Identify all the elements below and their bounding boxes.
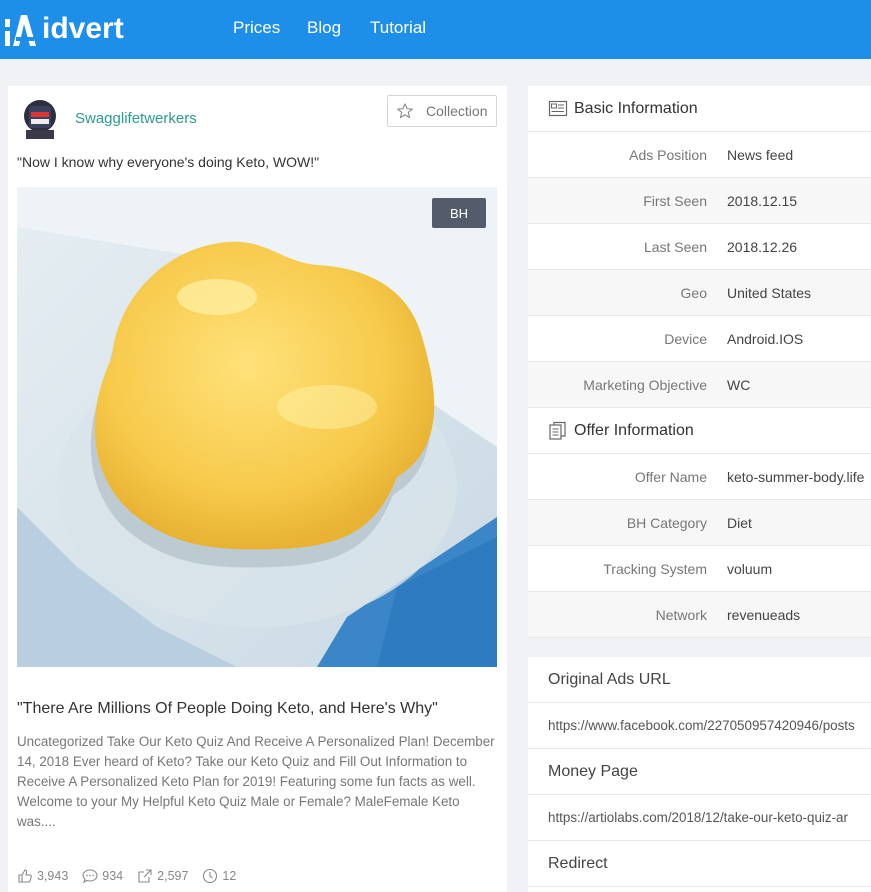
info-row: Geo United States [528,270,871,316]
offer-value[interactable]: keto-summer-body.life [727,469,864,485]
likes-stat: 3,943 [17,868,68,884]
thumbs-up-icon [18,869,32,883]
offer-row: Network revenueads [528,592,871,638]
top-navbar: idvert Prices Blog Tutorial [0,0,871,59]
ad-body-text: "Now I know why everyone's doing Keto, W… [17,154,320,170]
comments-stat: 934 [82,868,123,884]
info-key: First Seen [643,193,707,209]
logo-mark-icon [4,11,40,47]
urls-panel: Original Ads URL https://www.facebook.co… [528,657,871,892]
ad-description: Uncategorized Take Our Keto Quiz And Rec… [17,734,495,829]
info-value: Android.IOS [727,331,804,347]
days-stat: 12 [202,868,236,884]
info-value: WC [727,377,751,393]
comments-count: 934 [102,869,124,883]
offer-key: Tracking System [603,561,707,577]
nav-tutorial[interactable]: Tutorial [370,18,426,38]
ad-headline[interactable]: "There Are Millions Of People Doing Keto… [17,700,438,718]
info-key: Ads Position [629,147,707,163]
offer-info-header: Offer Information [528,408,871,454]
share-icon [138,869,152,883]
info-value: News feed [727,147,794,163]
document-copy-icon [549,421,566,440]
comment-icon [82,869,98,884]
info-row: First Seen 2018.12.15 [528,178,871,224]
offer-key: Offer Name [634,469,707,485]
info-key: Last Seen [643,239,707,255]
clock-icon [203,868,218,884]
likes-count: 3,943 [37,869,69,883]
money-page-link[interactable]: https://artiolabs.com/2018/12/take-our-k… [528,795,871,841]
offer-value: Diet [727,515,752,531]
offer-row: Tracking System voluum [528,546,871,592]
offer-value: revenueads [727,607,801,623]
bh-badge: BH [432,198,486,228]
info-panel: Basic Information Ads Position News feed … [528,86,871,638]
offer-info-title: Offer Information [574,421,694,439]
logo[interactable]: idvert [4,10,124,48]
original-ads-url-title: Original Ads URL [528,657,871,703]
original-ads-url-link[interactable]: https://www.facebook.com/227050957420946… [528,703,871,749]
collection-label: Collection [426,103,488,119]
offer-row: Offer Name keto-summer-body.life [528,454,871,500]
basic-info-header: Basic Information [528,86,871,132]
offer-value: voluum [727,561,773,577]
info-value: United States [727,285,812,301]
nav-blog[interactable]: Blog [307,18,341,38]
info-row: Last Seen 2018.12.26 [528,224,871,270]
redirect-title: Redirect [528,841,871,887]
info-value: 2018.12.15 [727,193,798,209]
star-icon [397,103,413,119]
ads-info-icon [548,100,568,116]
info-key: Geo [680,285,707,301]
info-row: Marketing Objective WC [528,362,871,408]
shares-count: 2,597 [157,869,189,883]
page-name-link[interactable]: Swagglifetwerkers [75,110,197,127]
shares-stat: 2,597 [137,868,188,884]
days-count: 12 [222,869,237,883]
nav-prices[interactable]: Prices [233,18,280,38]
offer-row: BH Category Diet [528,500,871,546]
engagement-stats: 3,943 934 2,597 12 [17,868,250,884]
collection-button[interactable]: Collection [387,95,497,127]
basic-info-title: Basic Information [574,99,698,117]
info-value: 2018.12.26 [727,239,798,255]
avatar[interactable] [20,96,60,141]
info-row: Ads Position News feed [528,132,871,178]
info-key: Device [664,331,707,347]
offer-key: Network [655,607,707,623]
ad-image[interactable] [17,187,497,667]
offer-key: BH Category [626,515,707,531]
ad-card: Swagglifetwerkers Collection "Now I know… [8,86,507,892]
info-row: Device Android.IOS [528,316,871,362]
keto-food-photo [17,187,497,667]
info-key: Marketing Objective [583,377,707,393]
logo-text: idvert [42,12,124,45]
money-page-title: Money Page [528,749,871,795]
